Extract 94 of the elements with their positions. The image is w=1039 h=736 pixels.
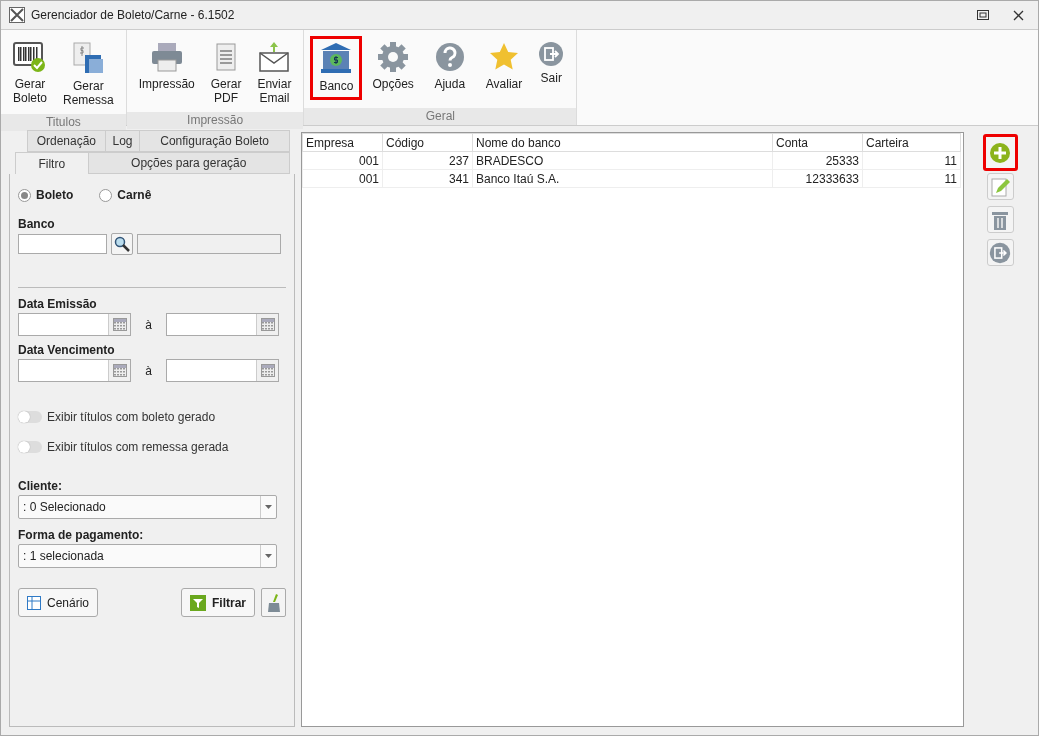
caret-icon <box>265 505 272 509</box>
document-stack-icon <box>71 41 106 75</box>
ribbon-button[interactable]: Impressão <box>132 36 201 98</box>
printer-icon <box>149 41 184 73</box>
field-label: Banco <box>18 217 56 231</box>
table-cell: Banco Itaú S.A. <box>472 169 773 188</box>
caret-icon <box>265 554 272 558</box>
close-icon[interactable] <box>1013 9 1024 21</box>
calendar-icon <box>112 364 127 377</box>
edit-document-icon <box>989 175 1011 198</box>
radio-label: Boleto <box>36 188 74 202</box>
search-button[interactable] <box>111 233 133 255</box>
group-label: Titulos <box>1 114 126 131</box>
ribbon-button[interactable]: Sair <box>532 36 571 92</box>
side-button[interactable] <box>986 173 1014 200</box>
toggle-label: Exibir títulos com remessa gerada <box>47 440 229 454</box>
table-cell: 11 <box>862 169 961 188</box>
toggle-label: Exibir títulos com boleto gerado <box>47 410 216 424</box>
tab[interactable]: Ordenação <box>27 130 106 152</box>
calendar-icon <box>260 364 275 377</box>
ribbon-button[interactable]: Gerar Remessa <box>57 36 120 114</box>
side-button[interactable] <box>982 134 1018 171</box>
table-cell: 11 <box>862 151 961 170</box>
side-button[interactable] <box>986 206 1014 233</box>
field-label: Cliente: <box>18 479 63 493</box>
radio-button[interactable]: Carnê <box>99 188 152 202</box>
side-button[interactable] <box>986 239 1014 266</box>
tab[interactable]: Opções para geração <box>87 152 290 174</box>
ribbon-button[interactable]: Gerar PDF <box>204 36 248 112</box>
range-separator: à <box>144 317 153 332</box>
calendar-icon <box>112 318 127 331</box>
calendar-icon <box>260 318 275 331</box>
ribbon-button[interactable]: Enviar Email <box>251 36 298 112</box>
date-field[interactable] <box>18 359 131 382</box>
envelope-upload-icon <box>258 41 291 73</box>
column-header[interactable]: Empresa <box>302 133 383 152</box>
add-icon <box>989 141 1011 164</box>
ribbon-button[interactable]: Banco <box>310 36 363 100</box>
window-title: Gerenciador de Boleto/Carne - 6.1502 <box>31 8 236 22</box>
calendar-button[interactable] <box>108 360 130 381</box>
table-cell: BRADESCO <box>472 151 773 170</box>
funnel-icon <box>190 594 206 611</box>
bank-name-field[interactable] <box>137 234 281 254</box>
clear-button[interactable] <box>261 588 286 617</box>
spreadsheet-document-icon <box>214 41 239 73</box>
radio-button[interactable]: Boleto <box>18 188 74 202</box>
tab[interactable]: Configuração Boleto <box>139 130 290 152</box>
filter-button[interactable]: Filtrar <box>181 588 255 617</box>
field-label: Data Vencimento <box>18 343 116 357</box>
exit-icon <box>538 41 565 67</box>
field-label: Forma de pagamento: <box>18 528 145 542</box>
ribbon-button[interactable]: Gerar Boleto <box>7 36 54 112</box>
dropdown[interactable]: : 0 Selecionado <box>18 495 277 519</box>
column-header[interactable]: Nome do banco <box>472 133 773 152</box>
table-cell: 001 <box>302 151 383 170</box>
app-logo-icon <box>9 7 25 23</box>
search-icon <box>114 236 130 252</box>
exit-icon <box>989 241 1011 264</box>
range-separator: à <box>144 363 153 378</box>
column-header[interactable]: Código <box>382 133 473 152</box>
grid-icon <box>27 595 41 610</box>
help-icon <box>433 41 466 73</box>
tab[interactable]: Filtro <box>15 152 89 174</box>
dropdown[interactable]: : 1 selecionada <box>18 544 277 568</box>
date-field[interactable] <box>166 359 279 382</box>
table-cell: 25333 <box>772 151 863 170</box>
gear-icon <box>377 41 410 73</box>
restore-icon[interactable] <box>977 10 989 20</box>
date-field[interactable] <box>166 313 279 336</box>
calendar-button[interactable] <box>108 314 130 335</box>
calendar-button[interactable] <box>256 314 278 335</box>
toggle-switch[interactable] <box>18 411 42 423</box>
table-cell: 341 <box>382 169 473 188</box>
group-label: Geral <box>304 108 577 125</box>
radio-label: Carnê <box>117 188 152 202</box>
ribbon-button[interactable]: Ajuda <box>423 36 476 98</box>
broom-icon <box>266 593 281 612</box>
column-header[interactable]: Carteira <box>862 133 961 152</box>
bank-icon <box>319 41 354 75</box>
field-label: Data Emissão <box>18 297 98 311</box>
column-header[interactable]: Conta <box>772 133 863 152</box>
tab[interactable]: Log <box>104 130 141 152</box>
calendar-button[interactable] <box>256 360 278 381</box>
toggle-switch[interactable] <box>18 441 42 453</box>
scenario-button[interactable]: Cenário <box>18 588 99 617</box>
date-field[interactable] <box>18 313 131 336</box>
group-label: Impressão <box>126 112 304 129</box>
table-cell: 237 <box>382 151 473 170</box>
barcode-check-icon <box>13 41 47 73</box>
ribbon-button[interactable]: Avaliar <box>479 36 529 98</box>
table-cell: 001 <box>302 169 383 188</box>
table-cell: 12333633 <box>772 169 863 188</box>
ribbon-button[interactable]: Opções <box>366 36 420 98</box>
bank-code-field[interactable] <box>18 234 107 254</box>
